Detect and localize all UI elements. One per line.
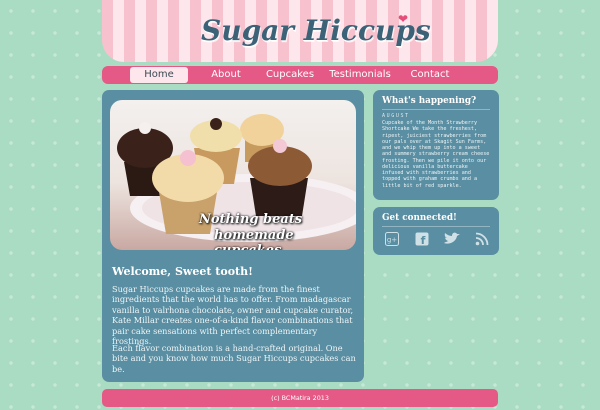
hero-image: Nothing beats homemade cupcakes (110, 100, 356, 250)
nav-testimonials[interactable]: Testimonials (322, 66, 398, 84)
footer-copyright: (c) BCMatira 2013 (271, 394, 329, 402)
happening-text: Cupcake of the Month Strawberry Shortcak… (382, 120, 490, 189)
intro-paragraph-2: Each flavor combination is a hand-crafte… (112, 343, 356, 374)
site-logo[interactable]: Sugar Hiccups ❤ (195, 8, 431, 52)
heart-icon: ❤ (398, 12, 409, 26)
google-plus-icon[interactable]: g+ (382, 231, 402, 247)
intro-paragraph-1: Sugar Hiccups cupcakes are made from the… (112, 284, 354, 347)
whats-happening-panel: What's happening? AUGUST Cupcake of the … (373, 90, 499, 200)
divider (382, 109, 490, 110)
get-connected-panel: Get connected! g+ f (373, 207, 499, 255)
nav-contact[interactable]: Contact (398, 66, 462, 84)
logo-text: Sugar Hiccups (201, 13, 431, 47)
svg-text:g+: g+ (387, 236, 397, 244)
happening-month: AUGUST (382, 113, 410, 119)
main-nav: Home About Cupcakes Testimonials Contact (102, 66, 498, 84)
nav-home[interactable]: Home (130, 67, 188, 83)
twitter-icon[interactable] (442, 231, 462, 247)
divider (382, 226, 490, 227)
hero-tagline-line1: Nothing beats (199, 212, 303, 227)
main-content-panel: Nothing beats homemade cupcakes Welcome,… (102, 90, 364, 382)
rss-icon[interactable] (472, 231, 492, 247)
whats-happening-title: What's happening? (382, 96, 477, 106)
hero-tagline-line2: homemade cupcakes (214, 228, 294, 250)
facebook-icon[interactable]: f (412, 231, 432, 247)
nav-cupcakes[interactable]: Cupcakes (258, 66, 322, 84)
footer: (c) BCMatira 2013 (102, 389, 498, 407)
social-icons: g+ f (382, 231, 492, 247)
welcome-heading: Welcome, Sweet tooth! (112, 265, 253, 278)
svg-text:f: f (421, 234, 426, 246)
get-connected-title: Get connected! (382, 213, 457, 223)
nav-about[interactable]: About (194, 66, 258, 84)
